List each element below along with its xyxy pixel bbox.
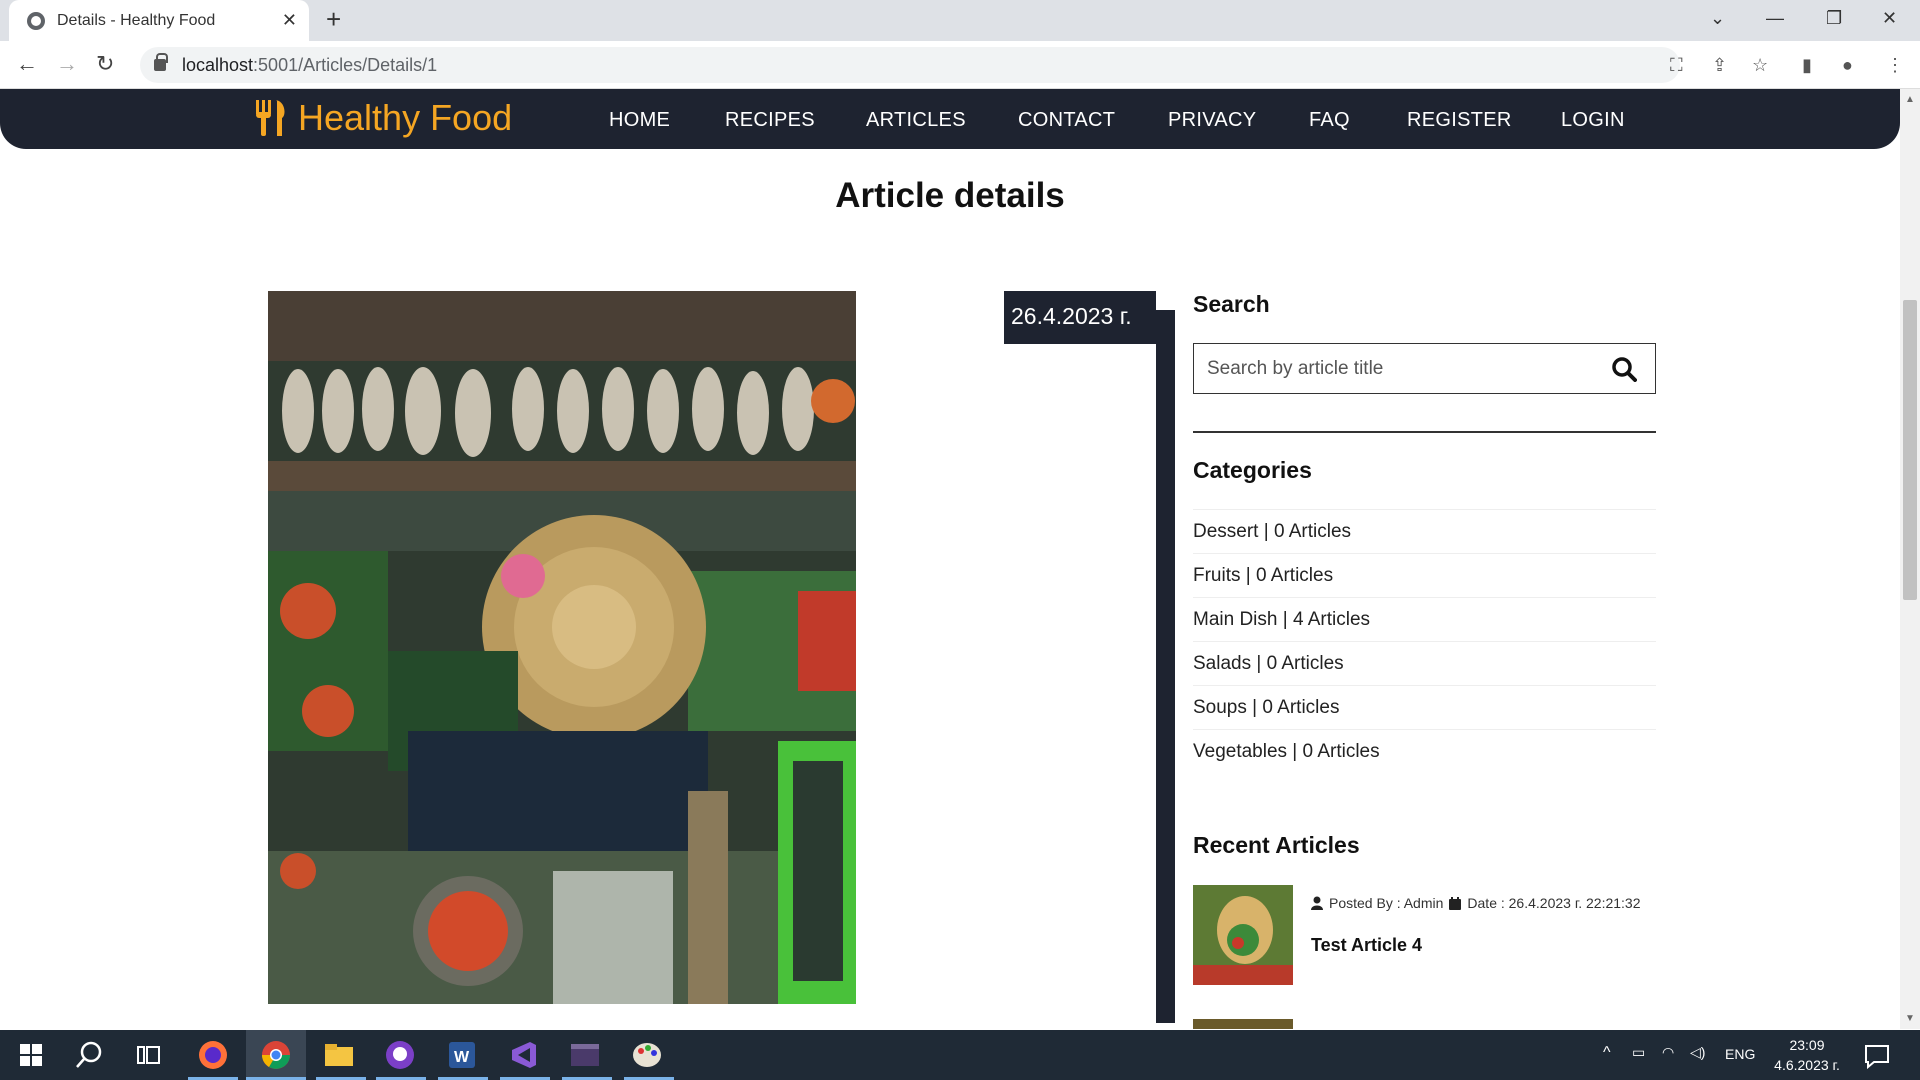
nav-home[interactable]: HOME — [609, 109, 670, 132]
page-scrollbar-thumb[interactable] — [1903, 300, 1917, 600]
close-tab-icon[interactable]: ✕ — [282, 10, 297, 31]
nav-contact[interactable]: CONTACT — [1018, 109, 1115, 132]
url-path: :5001/Articles/Details/1 — [253, 54, 438, 75]
notification-center-icon[interactable] — [1860, 1038, 1894, 1072]
search-input[interactable] — [1207, 357, 1597, 380]
clock-date: 4.6.2023 г. — [1774, 1057, 1840, 1073]
taskbar-clock[interactable]: 23:09 4.6.2023 г. — [1772, 1035, 1842, 1075]
menu-dots-icon[interactable]: ⋮ — [1886, 55, 1906, 75]
article-date-badge: 26.4.2023 г. — [1004, 291, 1156, 344]
file-explorer-icon[interactable] — [322, 1038, 356, 1072]
share-icon[interactable]: ⇪ — [1712, 55, 1732, 75]
paint-icon[interactable] — [630, 1038, 664, 1072]
firefox-icon[interactable] — [196, 1038, 230, 1072]
site-navbar: Healthy Food HOME RECIPES ARTICLES CONTA… — [0, 89, 1900, 149]
globe-icon — [27, 11, 45, 30]
main-menu: HOME RECIPES ARTICLES CONTACT PRIVACY FA… — [0, 89, 1900, 149]
calendar-icon — [1449, 896, 1462, 910]
visual-studio-icon[interactable] — [506, 1038, 540, 1072]
search-taskbar-icon[interactable] — [72, 1038, 106, 1072]
food-thumbnail-image — [1193, 885, 1293, 985]
github-desktop-icon[interactable] — [383, 1038, 417, 1072]
nav-faq[interactable]: FAQ — [1309, 109, 1350, 132]
categories-heading: Categories — [1193, 457, 1312, 483]
tab-search-icon[interactable]: ⌄ — [1710, 8, 1725, 29]
category-item[interactable]: Dessert | 0 Articles — [1193, 509, 1656, 553]
category-item[interactable]: Fruits | 0 Articles — [1193, 553, 1656, 597]
new-tab-icon[interactable]: + — [326, 4, 341, 35]
user-icon — [1311, 896, 1323, 910]
windows-taskbar: W ^ ▭ ◠ ◁) ENG 23:09 4.6.2023 г. — [0, 1030, 1920, 1080]
categories-list: Dessert | 0 Articles Fruits | 0 Articles… — [1193, 509, 1656, 773]
battery-icon[interactable]: ▭ — [1632, 1044, 1645, 1061]
browser-tabbar: Details - Healthy Food ✕ + ⌄ — ❐ ✕ — [0, 0, 1920, 41]
tray-chevron-icon[interactable]: ^ — [1603, 1044, 1611, 1062]
recent-articles-heading: Recent Articles — [1193, 832, 1360, 858]
terminal-icon[interactable] — [568, 1038, 602, 1072]
restore-icon[interactable]: ❐ — [1826, 8, 1842, 29]
volume-icon[interactable]: ◁) — [1690, 1044, 1705, 1061]
scroll-up-arrow-icon[interactable]: ▲ — [1905, 94, 1915, 105]
wifi-icon[interactable]: ◠ — [1662, 1044, 1674, 1061]
nav-login[interactable]: LOGIN — [1561, 109, 1625, 132]
back-icon[interactable]: ← — [16, 51, 38, 77]
profile-icon[interactable]: ● — [1842, 55, 1862, 75]
search-heading: Search — [1193, 291, 1270, 317]
side-panel-icon[interactable]: ▮ — [1802, 55, 1822, 75]
nav-articles[interactable]: ARTICLES — [866, 109, 966, 132]
recent-article-thumbnail-partial[interactable] — [1193, 1019, 1293, 1029]
address-bar-row: ← → ↻ localhost:5001/Articles/Details/1 … — [0, 41, 1920, 89]
url-text[interactable]: localhost:5001/Articles/Details/1 — [182, 55, 437, 76]
search-divider — [1193, 431, 1656, 433]
word-icon[interactable]: W — [445, 1038, 479, 1072]
page-title: Article details — [835, 176, 1065, 215]
recent-article-date: Date : 26.4.2023 г. 22:21:32 — [1467, 895, 1641, 911]
lock-icon[interactable] — [154, 53, 168, 71]
market-boat-illustration — [268, 291, 856, 1004]
tab-title: Details - Healthy Food — [57, 11, 216, 29]
forward-icon[interactable]: → — [56, 51, 78, 77]
windows-start-icon[interactable] — [14, 1038, 48, 1072]
recent-article-author: Posted By : Admin — [1329, 895, 1444, 911]
close-window-icon[interactable]: ✕ — [1882, 8, 1897, 29]
article-image — [268, 291, 856, 1004]
browser-tab[interactable]: Details - Healthy Food ✕ — [9, 0, 309, 41]
category-item[interactable]: Soups | 0 Articles — [1193, 685, 1656, 729]
language-indicator[interactable]: ENG — [1725, 1046, 1755, 1062]
recent-article-thumbnail[interactable] — [1193, 885, 1293, 985]
search-icon[interactable] — [1611, 356, 1637, 382]
recent-article-item[interactable]: Posted By : Admin Date : 26.4.2023 г. 22… — [1193, 885, 1656, 985]
reload-icon[interactable]: ↻ — [96, 51, 114, 77]
task-view-icon[interactable] — [132, 1038, 166, 1072]
nav-privacy[interactable]: PRIVACY — [1168, 109, 1256, 132]
minimize-icon[interactable]: — — [1766, 8, 1784, 29]
vertical-divider — [1156, 310, 1175, 1023]
recent-article-title[interactable]: Test Article 4 — [1311, 935, 1422, 956]
chrome-icon[interactable] — [259, 1038, 293, 1072]
nav-recipes[interactable]: RECIPES — [725, 109, 815, 132]
recent-article-meta: Posted By : Admin Date : 26.4.2023 г. 22… — [1311, 895, 1641, 911]
omnibox[interactable]: localhost:5001/Articles/Details/1 — [140, 47, 1680, 83]
nav-register[interactable]: REGISTER — [1407, 109, 1512, 132]
category-item[interactable]: Main Dish | 4 Articles — [1193, 597, 1656, 641]
url-host: localhost — [182, 54, 254, 75]
svg-text:W: W — [454, 1049, 470, 1066]
translate-icon[interactable]: ⛶ — [1670, 55, 1690, 75]
scroll-down-arrow-icon[interactable]: ▼ — [1905, 1013, 1915, 1024]
category-item[interactable]: Vegetables | 0 Articles — [1193, 729, 1656, 773]
category-item[interactable]: Salads | 0 Articles — [1193, 641, 1656, 685]
clock-time: 23:09 — [1789, 1037, 1825, 1053]
search-form — [1193, 343, 1656, 394]
bookmark-star-icon[interactable]: ☆ — [1752, 55, 1772, 75]
